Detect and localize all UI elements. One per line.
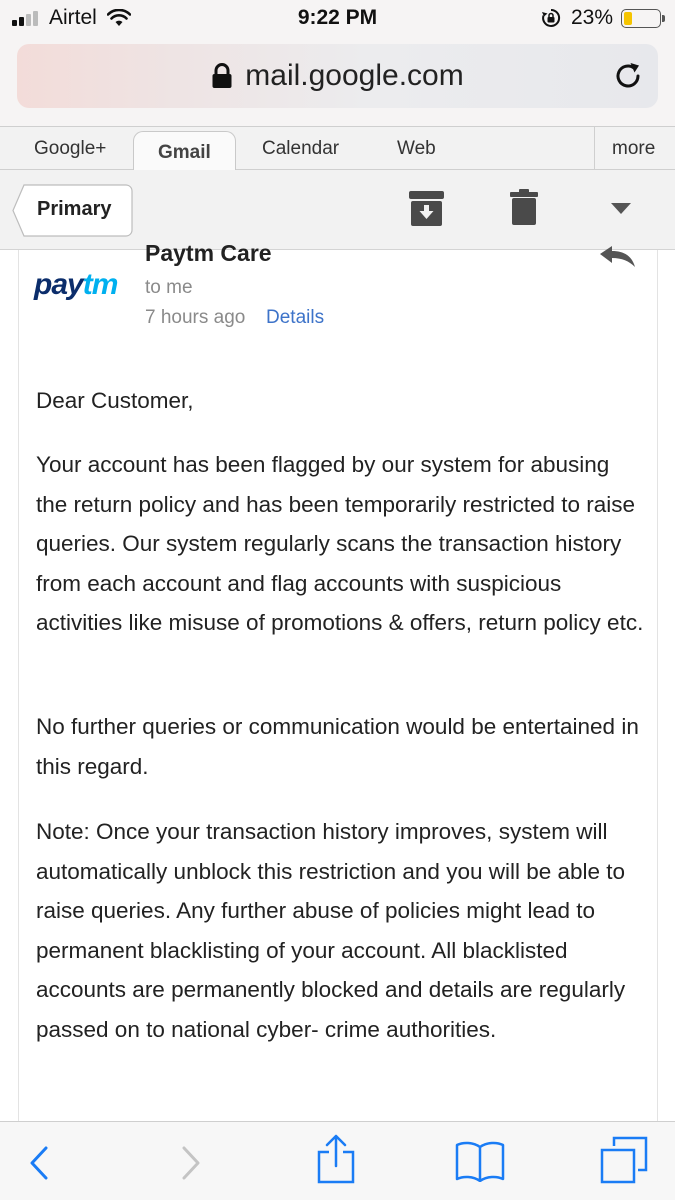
url-text: mail.google.com [245, 59, 464, 92]
share-icon[interactable] [317, 1134, 355, 1184]
battery-level [624, 11, 632, 25]
reply-icon[interactable] [600, 246, 636, 268]
more-actions-dropdown-icon[interactable] [611, 203, 631, 214]
tab-calendar[interactable]: Calendar [262, 138, 339, 160]
tab-web[interactable]: Web [397, 138, 436, 160]
trash-icon[interactable] [510, 189, 538, 225]
tab-divider [594, 127, 595, 171]
archive-icon[interactable] [409, 191, 444, 226]
battery-icon [621, 8, 665, 28]
rotation-lock-icon [541, 8, 561, 27]
forward-icon[interactable] [181, 1146, 201, 1180]
safari-bottom-toolbar [0, 1121, 675, 1200]
sender-avatar-paytm-logo: paytm [34, 268, 118, 301]
tabs-icon[interactable] [600, 1136, 648, 1184]
bookmarks-icon[interactable] [455, 1140, 505, 1182]
email-paragraph-flagged: Your account has been flagged by our sys… [36, 452, 644, 635]
email-greeting: Dear Customer, [36, 388, 194, 413]
back-to-primary-button[interactable]: Primary [12, 184, 133, 237]
back-button-label: Primary [37, 198, 112, 220]
sender-name: Paytm Care [145, 240, 272, 266]
status-right: 23% [541, 6, 665, 30]
tab-google-plus[interactable]: Google+ [34, 138, 106, 160]
tab-more[interactable]: more [612, 138, 655, 160]
email-paragraph-note: Note: Once your transaction history impr… [36, 819, 626, 1042]
reload-icon[interactable] [612, 60, 644, 92]
status-bar: Airtel 9:22 PM 23% [0, 0, 675, 36]
details-link[interactable]: Details [266, 307, 324, 329]
battery-percent: 23% [570, 6, 613, 29]
recipient-line[interactable]: to me [145, 277, 193, 299]
tab-gmail[interactable]: Gmail [133, 131, 236, 171]
email-paragraph-no-queries: No further queries or communication woul… [36, 714, 639, 779]
lock-icon [212, 63, 232, 88]
back-icon[interactable] [29, 1146, 49, 1180]
google-products-bar: Google+ Gmail Calendar Web more [0, 126, 675, 171]
gmail-toolbar: Primary [0, 170, 675, 250]
browser-chrome: mail.google.com [0, 36, 675, 126]
email-timestamp: 7 hours ago [145, 307, 246, 328]
address-bar[interactable]: mail.google.com [17, 44, 658, 108]
